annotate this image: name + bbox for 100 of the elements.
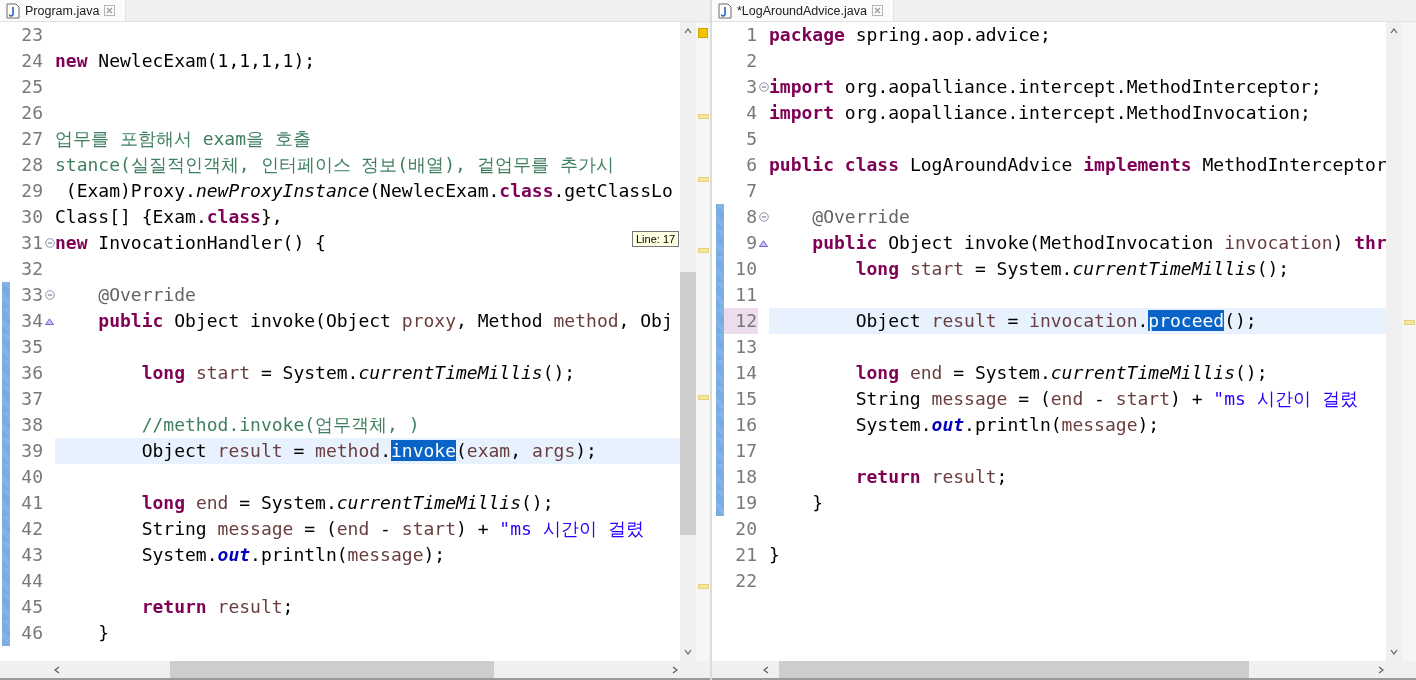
line-number: 36 xyxy=(20,361,44,385)
code-line: return result; xyxy=(141,595,294,619)
line-number: 25 xyxy=(20,75,44,99)
code-line: Object result = method.invoke(exam, args); xyxy=(141,439,597,463)
collapse-icon[interactable] xyxy=(44,290,55,300)
line-number: 21 xyxy=(734,543,758,567)
code-line: System.out.println(message); xyxy=(855,413,1160,437)
line-number: 17 xyxy=(734,439,758,463)
line-number: 19 xyxy=(734,491,758,515)
tooltip: Line: 17 xyxy=(632,231,680,247)
line-number: 2 xyxy=(745,49,758,73)
code-line: long start = System.currentTimeMillis(); xyxy=(855,257,1290,281)
line-number: 16 xyxy=(734,413,758,437)
horizontal-scrollbar[interactable] xyxy=(712,661,1416,678)
line-number: 24 xyxy=(20,49,44,73)
line-number: 22 xyxy=(734,569,758,593)
editor-tab[interactable]: *LogAroundAdvice.java xyxy=(712,0,894,21)
chevron-right-icon[interactable] xyxy=(670,664,680,675)
line-number: 26 xyxy=(20,101,44,125)
line-number: 20 xyxy=(734,517,758,541)
chevron-down-icon[interactable] xyxy=(683,647,693,657)
line-number: 30 xyxy=(20,205,44,229)
chevron-left-icon[interactable] xyxy=(52,664,62,675)
scroll-thumb[interactable] xyxy=(170,661,494,678)
code-line: Class[] {Exam.class}, xyxy=(55,205,283,229)
chevron-right-icon[interactable] xyxy=(1376,664,1386,675)
line-number: 33 xyxy=(20,283,44,307)
code-line: public Object invoke(MethodInvocation invocation) thr xyxy=(812,231,1386,255)
code-line: Object result = invocation.proceed(); xyxy=(855,309,1257,333)
scroll-thumb[interactable] xyxy=(680,272,696,535)
line-number: 6 xyxy=(745,153,758,177)
java-file-icon xyxy=(6,2,20,19)
line-number: 10 xyxy=(734,257,758,281)
line-number: 37 xyxy=(20,387,44,411)
line-number: 27 xyxy=(20,127,44,151)
occurrence-marker[interactable] xyxy=(697,177,709,182)
scroll-thumb[interactable] xyxy=(779,661,1249,678)
code-line: (Exam)Proxy.newProxyInstance(NewlecExam.class.getClassLo xyxy=(64,179,673,203)
horizontal-scrollbar[interactable] xyxy=(0,661,710,678)
chevron-up-icon[interactable] xyxy=(683,26,693,36)
line-number: 35 xyxy=(20,335,44,359)
line-number: 46 xyxy=(20,621,44,645)
editor-tab[interactable]: Program.java xyxy=(0,0,127,21)
line-number: 29 xyxy=(20,179,44,203)
occurrence-marker[interactable] xyxy=(1403,320,1415,325)
occurrence-marker[interactable] xyxy=(697,584,709,589)
code-line: //method.invoke(업무객체, ) xyxy=(141,413,420,437)
code-line: String message = (end - start) + "ms 시간이 걸렸 xyxy=(141,517,644,541)
line-number: 15 xyxy=(734,387,758,411)
collapse-icon[interactable] xyxy=(44,238,55,248)
chevron-up-icon[interactable] xyxy=(1389,26,1399,36)
line-number: 1 xyxy=(745,23,758,47)
line-number: 14 xyxy=(734,361,758,385)
line-number: 9 xyxy=(745,231,758,255)
close-icon[interactable] xyxy=(871,5,883,16)
code-line: new NewlecExam(1,1,1,1); xyxy=(55,49,316,73)
code-line: long start = System.currentTimeMillis(); xyxy=(141,361,576,385)
close-icon[interactable] xyxy=(104,5,116,16)
line-number: 45 xyxy=(20,595,44,619)
line-number: 42 xyxy=(20,517,44,541)
java-file-icon xyxy=(718,2,732,19)
line-number: 38 xyxy=(20,413,44,437)
chevron-left-icon[interactable] xyxy=(761,664,771,675)
code-line: @Override xyxy=(98,283,196,307)
line-number: 4 xyxy=(745,101,758,125)
code-line: System.out.println(message); xyxy=(141,543,446,567)
line-number: 12 xyxy=(724,308,758,334)
line-number: 31 xyxy=(20,231,44,255)
code-line: new InvocationHandler() { xyxy=(55,231,326,255)
code-line: 업무를 포함해서 exam을 호출 xyxy=(55,127,311,151)
collapse-icon[interactable] xyxy=(758,212,769,222)
code-line: } xyxy=(812,491,824,515)
code-line: @Override xyxy=(812,205,910,229)
chevron-down-icon[interactable] xyxy=(1389,647,1399,657)
line-number: 3 xyxy=(745,75,758,99)
collapse-icon[interactable] xyxy=(758,82,769,92)
line-number: 7 xyxy=(745,179,758,203)
occurrence-marker[interactable] xyxy=(697,114,709,119)
line-number: 43 xyxy=(20,543,44,567)
vertical-scrollbar[interactable] xyxy=(680,22,696,661)
occurrence-marker[interactable] xyxy=(697,395,709,400)
line-number: 41 xyxy=(20,491,44,515)
code-line: long end = System.currentTimeMillis(); xyxy=(141,491,554,515)
code-line: long end = System.currentTimeMillis(); xyxy=(855,361,1268,385)
code-line: return result; xyxy=(855,465,1008,489)
warning-marker[interactable] xyxy=(698,28,708,38)
occurrence-marker[interactable] xyxy=(697,248,709,253)
line-number: 32 xyxy=(20,257,44,281)
line-number: 40 xyxy=(20,465,44,489)
line-number: 8 xyxy=(745,205,758,229)
code-line: import org.aopalliance.intercept.MethodInterceptor; xyxy=(769,75,1322,99)
line-number: 11 xyxy=(734,283,758,307)
line-number: 18 xyxy=(734,465,758,489)
vertical-scrollbar[interactable] xyxy=(1386,22,1402,661)
code-line: public class LogAroundAdvice implements MethodInterceptor xyxy=(769,153,1386,177)
code-line: public Object invoke(Object proxy, Method method, Obj xyxy=(98,309,673,333)
line-number: 5 xyxy=(745,127,758,151)
code-line: package spring.aop.advice; xyxy=(769,23,1051,47)
code-line: String message = (end - start) + "ms 시간이 걸렸 xyxy=(855,387,1358,411)
line-number: 34 xyxy=(20,309,44,333)
